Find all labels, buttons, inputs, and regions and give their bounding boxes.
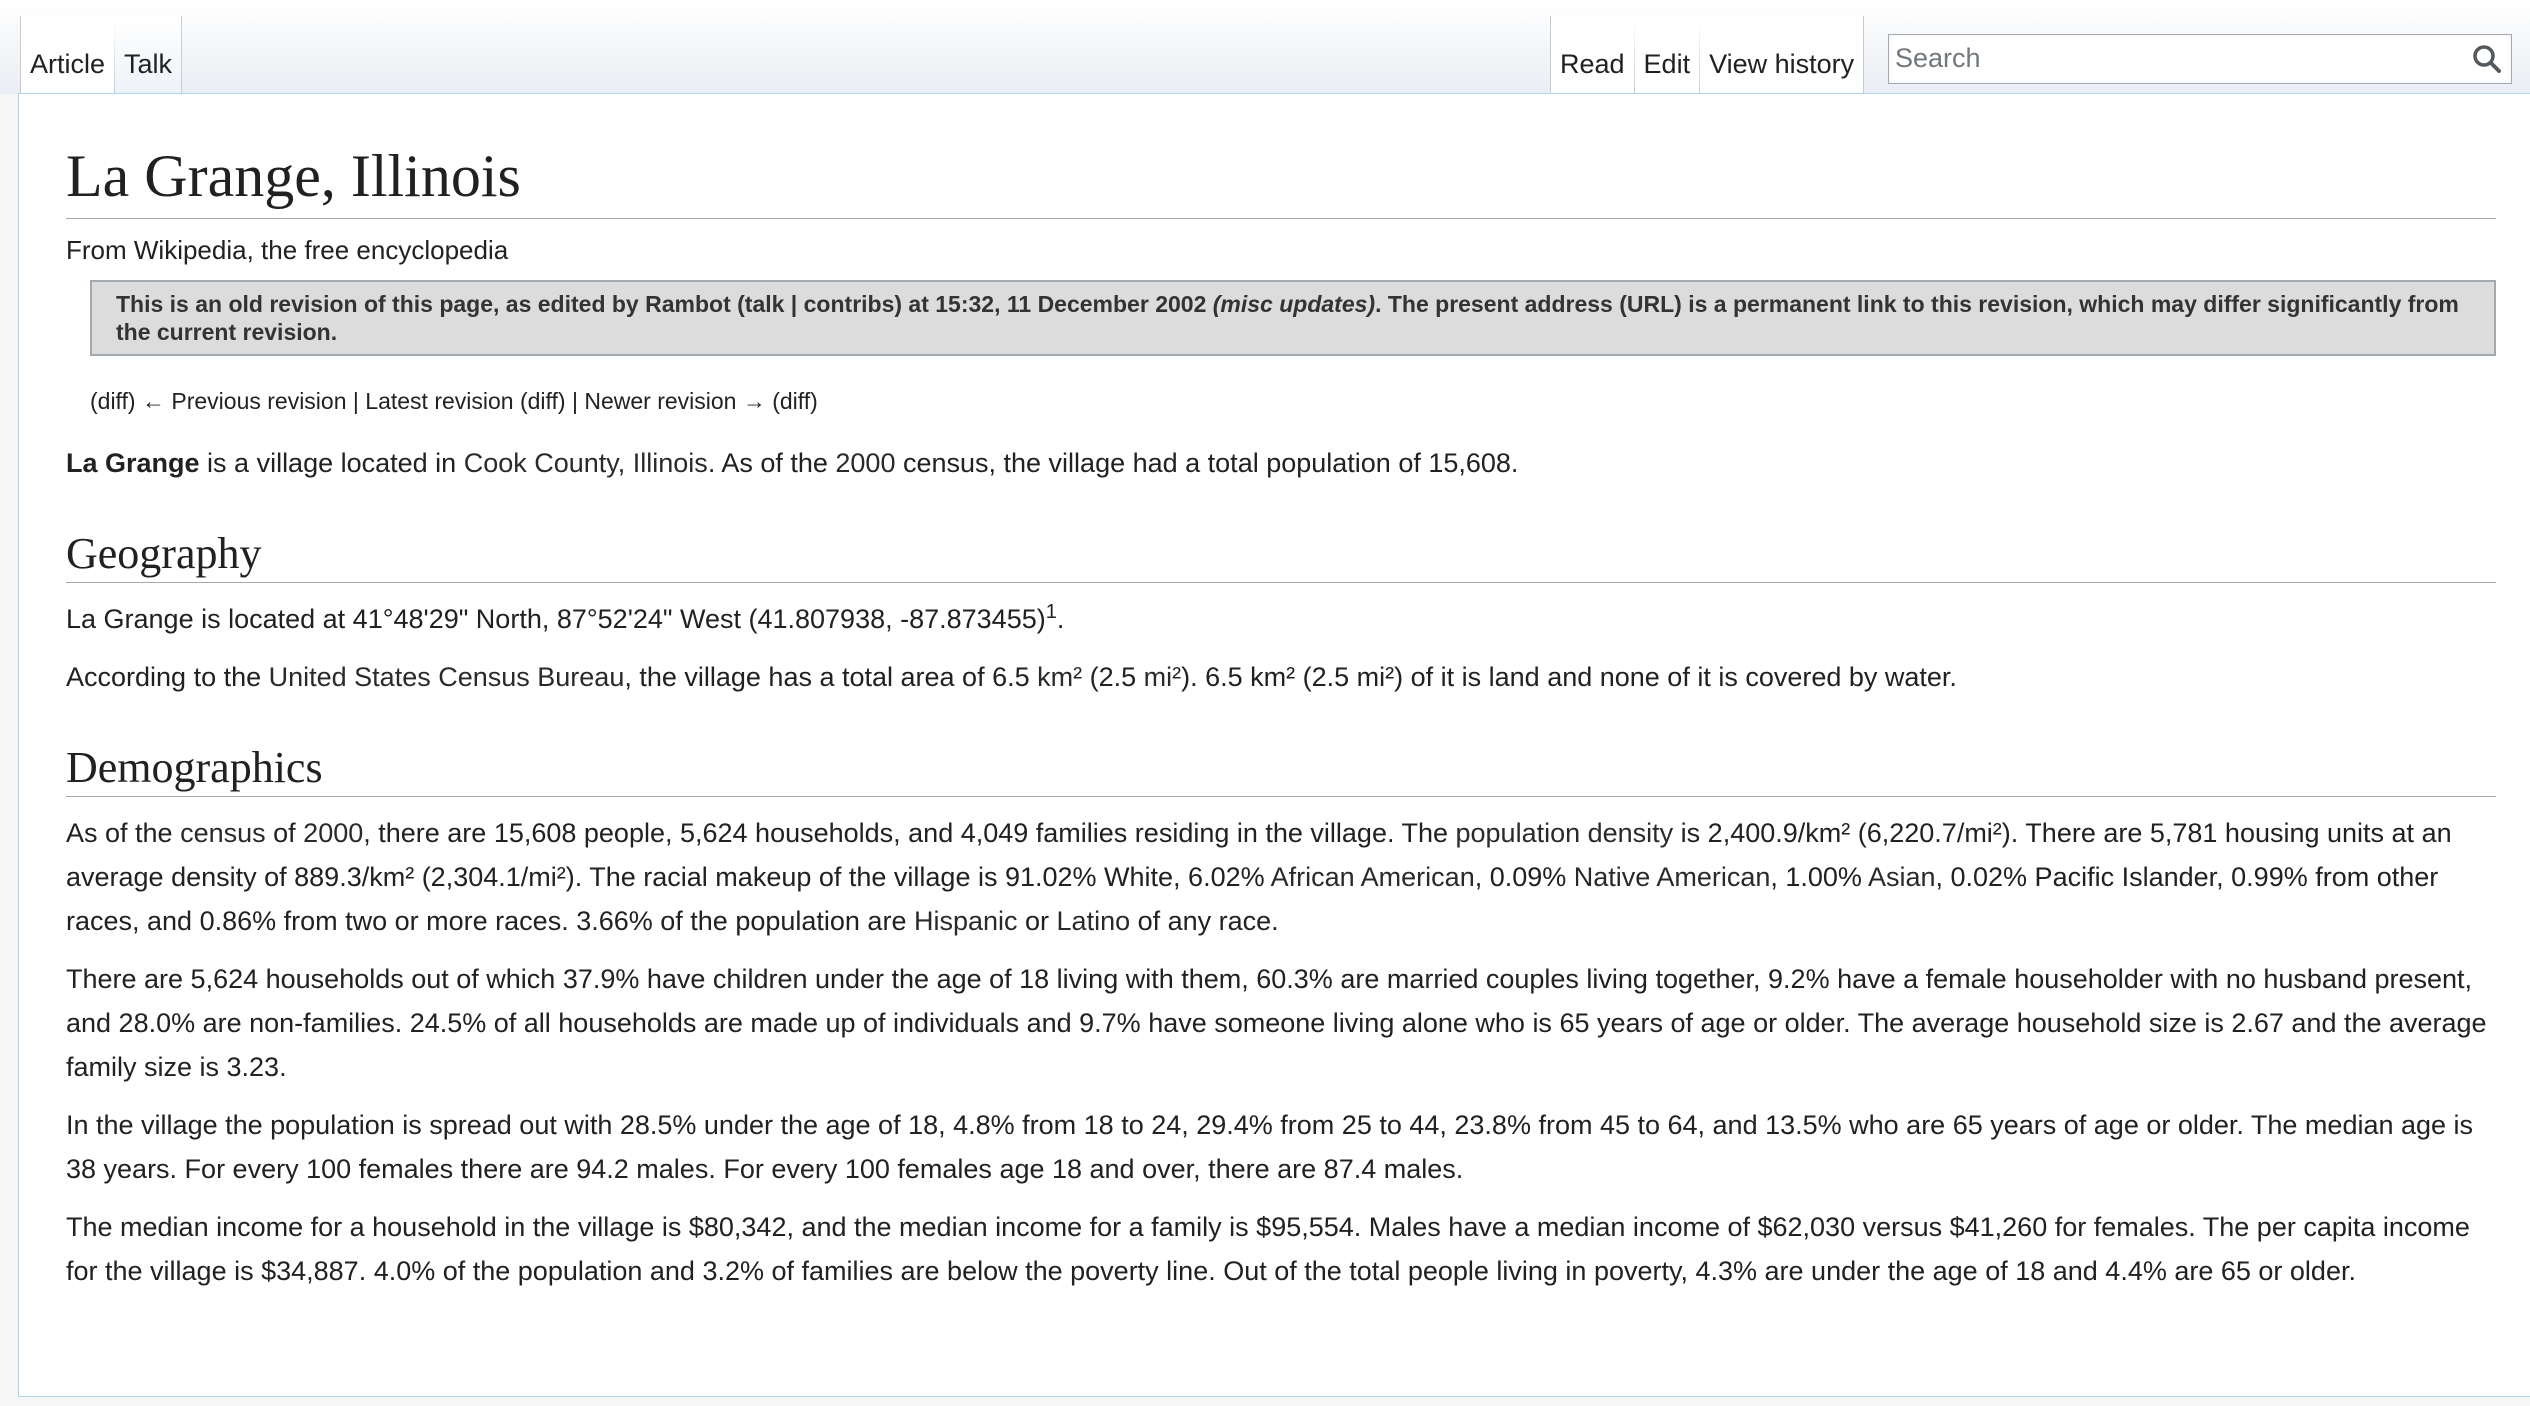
newer-revision-link[interactable]: Newer revision → — [584, 388, 766, 414]
geography-paragraph: According to the United States Census Bu… — [66, 655, 2496, 699]
demographics-paragraph: As of the census of 2000, there are 15,6… — [66, 811, 2496, 943]
previous-revision-link[interactable]: ← Previous revision — [142, 388, 347, 414]
census-bureau-link[interactable]: United States Census Bureau — [269, 662, 625, 692]
diff-link[interactable]: (diff) — [90, 388, 136, 414]
view-tabs: Read Edit View history — [1550, 16, 1865, 94]
content-area: La Grange, Illinois From Wikipedia, the … — [18, 93, 2530, 1397]
latino-link[interactable]: Latino — [1057, 906, 1131, 936]
text: , there are 15,608 people, 5,624 househo… — [363, 818, 1456, 849]
tab-article[interactable]: Article — [21, 16, 114, 94]
separator: | — [784, 291, 804, 317]
text: . — [1056, 604, 1065, 635]
text: (2.5 — [1082, 662, 1144, 693]
revision-notice: This is an old revision of this page, as… — [90, 280, 2496, 356]
revision-navigation: (diff) ← Previous revision | Latest revi… — [90, 388, 2496, 415]
latest-revision-link[interactable]: Latest revision — [365, 388, 513, 414]
heading-geography: Geography — [66, 525, 2496, 584]
tab-edit[interactable]: Edit — [1635, 16, 1700, 94]
text: La Grange is located at 41°48'29" North,… — [66, 604, 1046, 635]
separator: | — [346, 388, 366, 414]
mi2-link[interactable]: mi² — [1144, 662, 1181, 692]
namespace-tabs: Article Talk — [20, 16, 183, 94]
year-2000-link[interactable]: 2000 — [303, 818, 363, 848]
tab-bar: Article Talk Read Edit View history — [0, 0, 2530, 94]
search-input[interactable] — [1889, 35, 2461, 81]
asian-link[interactable]: Asian — [1868, 862, 1936, 892]
text: As of the — [66, 818, 181, 849]
revision-notice-text: This is an old revision of this page, as… — [116, 291, 745, 317]
text: census, the village had a total populati… — [895, 448, 1519, 478]
african-american-link[interactable]: African American — [1271, 862, 1475, 892]
census-link[interactable]: census — [180, 818, 266, 848]
tab-talk[interactable]: Talk — [115, 16, 182, 94]
tab-view-history[interactable]: View history — [1700, 16, 1863, 94]
text: , 0.09% — [1474, 862, 1574, 893]
heading-demographics: Demographics — [66, 739, 2496, 798]
site-sub: From Wikipedia, the free encyclopedia — [66, 235, 509, 265]
text: of any race. — [1130, 906, 1279, 937]
diff-link[interactable]: (diff) — [520, 388, 566, 414]
text: ). 6.5 km² (2.5 mi²) of it is land and n… — [1181, 662, 1957, 693]
tab-read[interactable]: Read — [1551, 16, 1634, 94]
population-density-link[interactable]: population density — [1456, 818, 1674, 848]
user-contribs-link[interactable]: contribs — [804, 291, 895, 317]
page-title: La Grange, Illinois — [66, 139, 2496, 219]
diff-link[interactable]: (diff) — [772, 388, 818, 414]
text: or — [1017, 906, 1057, 937]
text: , 1.00% — [1770, 862, 1868, 893]
demographics-paragraph: The median income for a household in the… — [66, 1212, 2470, 1287]
native-american-link[interactable]: Native American — [1574, 862, 1771, 892]
separator: | — [565, 388, 585, 414]
text: is a village located in — [199, 448, 464, 478]
search-icon[interactable] — [2471, 43, 2503, 75]
cook-county-link[interactable]: Cook County, Illinois — [464, 448, 708, 478]
text: According to the — [66, 662, 269, 693]
geography-paragraph: La Grange is located at 41°48'29" North,… — [66, 597, 2496, 641]
demographics-paragraph: There are 5,624 households out of which … — [66, 964, 2487, 1083]
text: of — [265, 818, 304, 849]
intro-paragraph: La Grange is a village located in Cook C… — [66, 441, 2496, 485]
search-box — [1888, 34, 2512, 84]
revision-notice-text: ) at 15:32, 11 December 2002 — [894, 291, 1213, 317]
text: . As of the — [707, 448, 836, 478]
km2-link[interactable]: km² — [1037, 662, 1082, 692]
body-content: La Grange, Illinois From Wikipedia, the … — [66, 94, 2496, 1293]
article-subject: La Grange — [66, 448, 200, 478]
text: , the village has a total area of 6.5 — [624, 662, 1038, 693]
hispanic-link[interactable]: Hispanic — [914, 906, 1018, 936]
footnote-link[interactable]: 1 — [1046, 601, 1057, 623]
year-2000-link[interactable]: 2000 — [835, 448, 895, 478]
edit-summary: (misc updates) — [1212, 291, 1376, 317]
user-talk-link[interactable]: talk — [745, 291, 785, 317]
demographics-paragraph: In the village the population is spread … — [66, 1110, 2474, 1185]
